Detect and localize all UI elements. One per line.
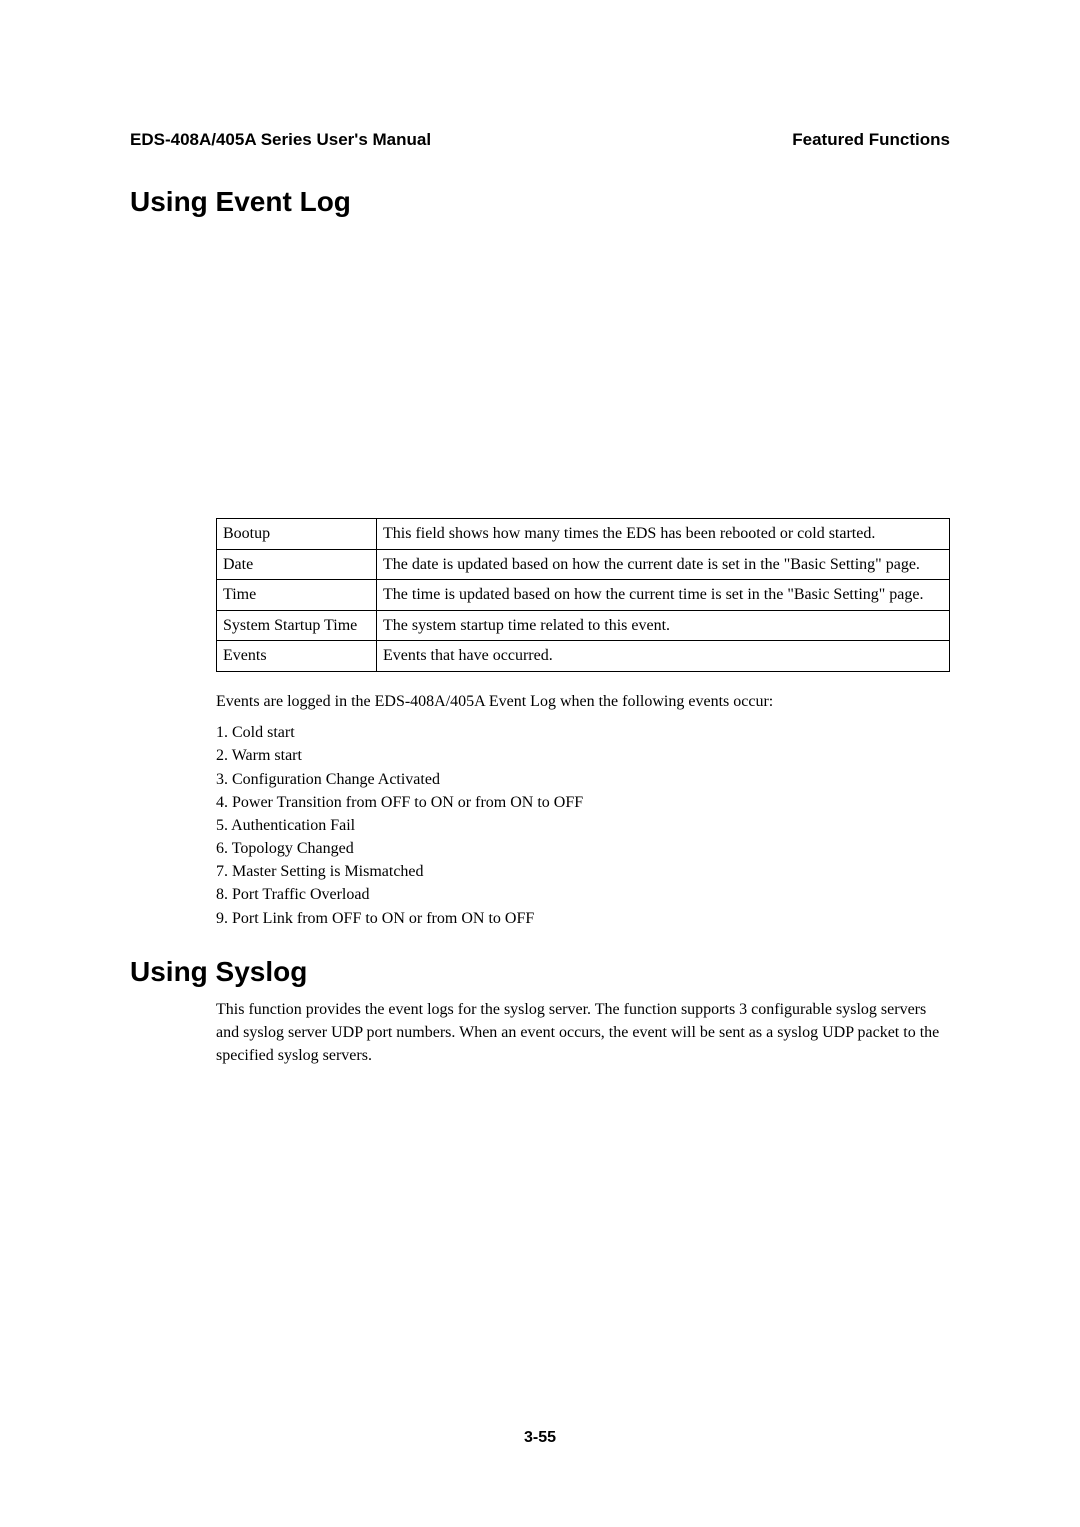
table-row: Date The date is updated based on how th…	[217, 549, 950, 580]
list-item: 1. Cold start	[216, 721, 950, 744]
table-row: System Startup Time The system startup t…	[217, 610, 950, 641]
event-log-fields-table: Bootup This field shows how many times t…	[216, 518, 950, 672]
table-row: Time The time is updated based on how th…	[217, 580, 950, 611]
events-list: 1. Cold start 2. Warm start 3. Configura…	[216, 721, 950, 930]
syslog-body-text: This function provides the event logs fo…	[216, 998, 950, 1068]
cell-key: Events	[217, 641, 377, 672]
page-number: 3-55	[0, 1429, 1080, 1447]
list-item: 7. Master Setting is Mismatched	[216, 860, 950, 883]
table-row: Bootup This field shows how many times t…	[217, 519, 950, 550]
section-title-syslog: Using Syslog	[130, 956, 950, 988]
cell-value: The date is updated based on how the cur…	[377, 549, 950, 580]
cell-key: Bootup	[217, 519, 377, 550]
list-item: 6. Topology Changed	[216, 837, 950, 860]
page-header: EDS-408A/405A Series User's Manual Featu…	[130, 130, 950, 150]
cell-value: The system startup time related to this …	[377, 610, 950, 641]
cell-value: Events that have occurred.	[377, 641, 950, 672]
list-item: 2. Warm start	[216, 744, 950, 767]
list-item: 4. Power Transition from OFF to ON or fr…	[216, 791, 950, 814]
header-right: Featured Functions	[792, 130, 950, 150]
list-item: 3. Configuration Change Activated	[216, 768, 950, 791]
list-item: 8. Port Traffic Overload	[216, 883, 950, 906]
cell-value: This field shows how many times the EDS …	[377, 519, 950, 550]
cell-key: Time	[217, 580, 377, 611]
cell-value: The time is updated based on how the cur…	[377, 580, 950, 611]
cell-key: System Startup Time	[217, 610, 377, 641]
header-left: EDS-408A/405A Series User's Manual	[130, 130, 431, 150]
section-title-event-log: Using Event Log	[130, 186, 950, 218]
events-intro-text: Events are logged in the EDS-408A/405A E…	[216, 690, 950, 713]
cell-key: Date	[217, 549, 377, 580]
list-item: 9. Port Link from OFF to ON or from ON t…	[216, 907, 950, 930]
table-row: Events Events that have occurred.	[217, 641, 950, 672]
list-item: 5. Authentication Fail	[216, 814, 950, 837]
